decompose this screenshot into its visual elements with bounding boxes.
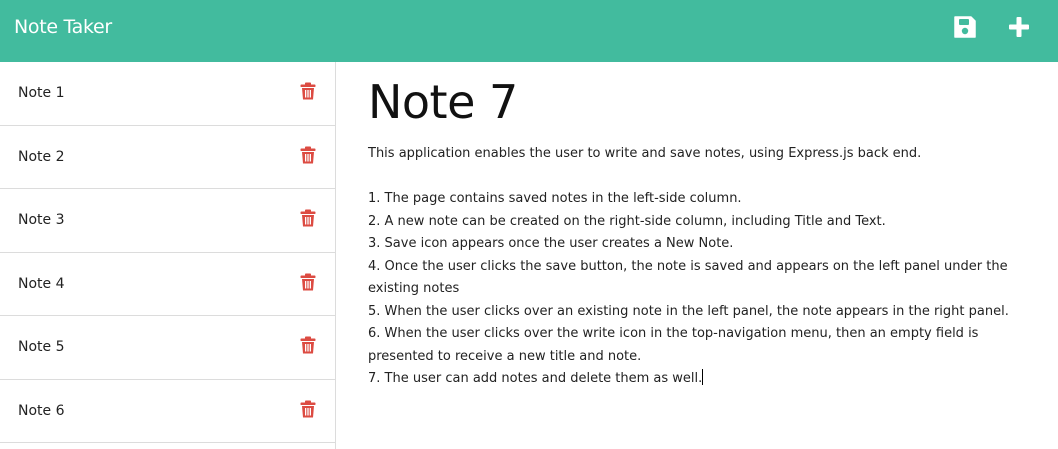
text-cursor	[702, 369, 704, 385]
list-item[interactable]: Note 3	[0, 189, 335, 253]
list-item[interactable]: Note 5	[0, 316, 335, 380]
delete-note-button[interactable]	[298, 335, 318, 355]
list-item[interactable]: Note 6	[0, 380, 335, 443]
note-list-title: Note 3	[18, 212, 65, 228]
notes-list: Note 1 Note 2 Note 3 Note 4 Note 5 Note 6	[0, 62, 336, 449]
note-list-title: Note 5	[18, 339, 65, 355]
note-editor: Note 7 This application enables the user…	[368, 62, 1048, 449]
list-item[interactable]: Note 4	[0, 253, 335, 316]
note-text-area[interactable]: This application enables the user to wri…	[368, 143, 1048, 391]
app-brand[interactable]: Note Taker	[14, 16, 112, 38]
trash-icon	[300, 336, 316, 354]
note-list-title: Note 6	[18, 402, 65, 419]
delete-note-button[interactable]	[298, 208, 318, 228]
new-note-button[interactable]	[1006, 14, 1032, 40]
note-title-input[interactable]: Note 7	[368, 74, 518, 130]
delete-note-button[interactable]	[298, 272, 318, 292]
plus-icon	[1009, 17, 1029, 37]
trash-icon	[300, 209, 316, 227]
list-item[interactable]: Note 1	[0, 62, 335, 126]
trash-icon	[300, 400, 316, 417]
note-list-title: Note 4	[18, 275, 65, 292]
save-note-button[interactable]	[952, 14, 978, 40]
note-list-title: Note 2	[18, 148, 65, 165]
trash-icon	[300, 146, 316, 163]
list-item[interactable]: Note 2	[0, 126, 335, 189]
delete-note-button[interactable]	[298, 145, 318, 165]
delete-note-button[interactable]	[298, 399, 318, 419]
delete-note-button[interactable]	[298, 81, 318, 101]
trash-icon	[300, 273, 316, 290]
trash-icon	[300, 82, 316, 100]
top-navbar: Note Taker	[0, 0, 1058, 62]
note-list-title: Note 1	[18, 85, 65, 101]
note-text-content: This application enables the user to wri…	[368, 146, 1009, 386]
floppy-disk-icon	[954, 16, 976, 38]
